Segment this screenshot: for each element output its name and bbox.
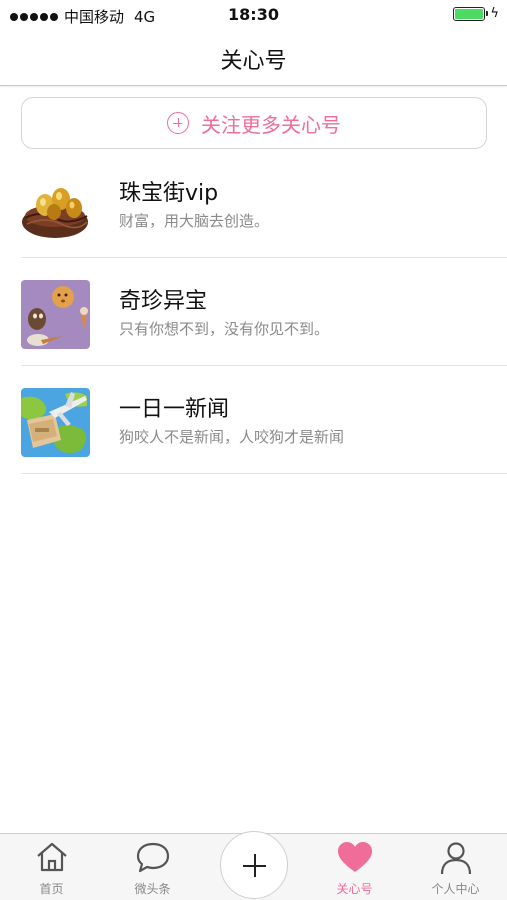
status-bar: 中国移动 4G 18:30 ϟ bbox=[0, 0, 507, 30]
page-title: 关心号 bbox=[220, 49, 287, 74]
tab-label: 个人中心 bbox=[431, 882, 480, 896]
heart-icon bbox=[336, 840, 374, 878]
tab-weitoutiao[interactable]: 微头条 bbox=[102, 834, 203, 900]
battery-icon bbox=[453, 6, 489, 21]
tab-profile[interactable]: 个人中心 bbox=[405, 834, 506, 900]
person-icon bbox=[438, 840, 474, 880]
account-title: 珠宝街vip bbox=[119, 181, 219, 206]
charging-icon: ϟ bbox=[490, 6, 499, 21]
plane-over-map-image bbox=[21, 388, 90, 457]
follow-more-label: 关注更多关心号 bbox=[201, 112, 341, 137]
tab-label: 关心号 bbox=[336, 882, 373, 896]
account-avatar bbox=[21, 172, 90, 241]
tab-label: 微头条 bbox=[134, 882, 171, 896]
nav-bar: 关心号 bbox=[0, 30, 507, 86]
plus-circle-icon bbox=[167, 112, 189, 134]
list-item[interactable]: 奇珍异宝 只有你想不到，没有你见不到。 bbox=[0, 258, 507, 366]
account-description: 财富，用大脑去创造。 bbox=[119, 212, 270, 230]
status-right: ϟ bbox=[453, 6, 499, 21]
follow-more-button[interactable]: 关注更多关心号 bbox=[21, 97, 487, 149]
list-item[interactable]: 珠宝街vip 财富，用大脑去创造。 bbox=[0, 150, 507, 258]
tab-bar: 首页 微头条 关心号 个人中心 bbox=[0, 831, 507, 900]
chat-bubble-icon bbox=[134, 840, 172, 878]
tab-home[interactable]: 首页 bbox=[1, 834, 102, 900]
list-item[interactable]: 一日一新闻 狗咬人不是新闻，人咬狗才是新闻 bbox=[0, 366, 507, 474]
account-description: 只有你想不到，没有你见不到。 bbox=[119, 320, 330, 338]
account-description: 狗咬人不是新闻，人咬狗才是新闻 bbox=[119, 428, 345, 446]
gold-eggs-nest-image bbox=[21, 172, 90, 241]
tab-label: 首页 bbox=[39, 882, 64, 896]
divider bbox=[21, 473, 507, 474]
status-time: 18:30 bbox=[228, 5, 279, 24]
account-title: 一日一新闻 bbox=[119, 397, 230, 422]
compose-plus-button[interactable] bbox=[220, 831, 288, 899]
tab-guanxinhao[interactable]: 关心号 bbox=[304, 834, 405, 900]
food-creatures-image bbox=[21, 280, 90, 349]
account-avatar bbox=[21, 280, 90, 349]
account-avatar bbox=[21, 388, 90, 457]
account-title: 奇珍异宝 bbox=[119, 289, 208, 314]
home-icon bbox=[34, 840, 70, 878]
account-list: 珠宝街vip 财富，用大脑去创造。 奇珍异宝 只有你想不到，没有你见不到。 一日… bbox=[0, 150, 507, 474]
